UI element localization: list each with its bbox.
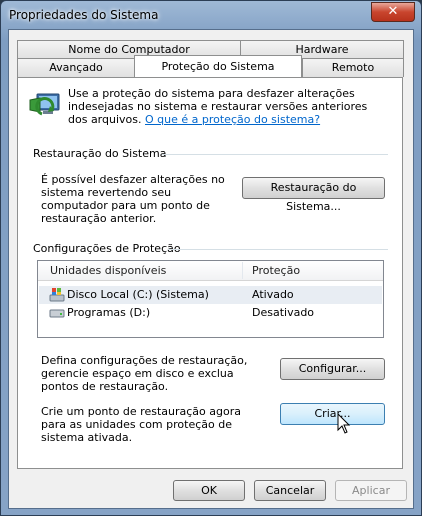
intro-text: Use a proteção do sistema para desfazer … — [68, 87, 388, 126]
column-separator[interactable] — [242, 262, 243, 279]
title-bar[interactable]: Propriedades do Sistema ✕ — [1, 1, 421, 29]
restore-group-line — [162, 154, 388, 155]
column-available-drives[interactable]: Unidades disponíveis — [50, 264, 166, 277]
drive-name: Programas (D:) — [67, 306, 151, 319]
drive-row-c[interactable]: Disco Local (C:) (Sistema) Ativado — [39, 286, 382, 304]
dialog-client-area: Nome do Computador Hardware Avançado Pro… — [8, 29, 414, 509]
configure-button[interactable]: Configurar... — [280, 358, 385, 380]
tab-remote[interactable]: Remoto — [302, 58, 404, 77]
ok-button[interactable]: OK — [173, 480, 245, 501]
what-is-system-protection-link[interactable]: O que é a proteção do sistema? — [145, 113, 320, 126]
system-properties-window: Propriedades do Sistema ✕ Nome do Comput… — [0, 0, 422, 516]
system-restore-button[interactable]: Restauração do Sistema... — [242, 177, 385, 213]
apply-button[interactable]: Aplicar — [335, 480, 407, 501]
list-header: Unidades disponíveis Proteção — [38, 261, 383, 281]
system-drive-icon — [49, 287, 65, 302]
drives-list[interactable]: Unidades disponíveis Proteção Disco Loca… — [37, 260, 384, 338]
create-button[interactable]: Criar... — [280, 403, 385, 425]
drive-status: Ativado — [252, 288, 294, 301]
window-title: Propriedades do Sistema — [9, 8, 159, 22]
close-button[interactable]: ✕ — [371, 2, 415, 22]
drive-icon — [49, 307, 65, 319]
cancel-button[interactable]: Cancelar — [254, 480, 326, 501]
restore-description: É possível desfazer alterações no sistem… — [41, 173, 225, 225]
restore-heading: Restauração do Sistema — [33, 147, 167, 160]
drive-row-d[interactable]: Programas (D:) Desativado — [39, 304, 382, 322]
protection-group-line — [168, 249, 388, 250]
protection-heading: Configurações de Proteção — [33, 242, 181, 255]
tab-system-protection[interactable]: Proteção do Sistema — [134, 55, 302, 77]
drive-status: Desativado — [252, 306, 315, 319]
drive-name: Disco Local (C:) (Sistema) — [67, 288, 209, 301]
create-description: Crie um ponto de restauração agora para … — [41, 405, 241, 444]
configure-description: Defina configurações de restauração, ger… — [41, 354, 248, 393]
system-protection-icon — [28, 86, 62, 120]
mouse-cursor-icon — [337, 412, 351, 435]
column-protection[interactable]: Proteção — [252, 264, 300, 277]
tab-advanced[interactable]: Avançado — [17, 58, 135, 77]
